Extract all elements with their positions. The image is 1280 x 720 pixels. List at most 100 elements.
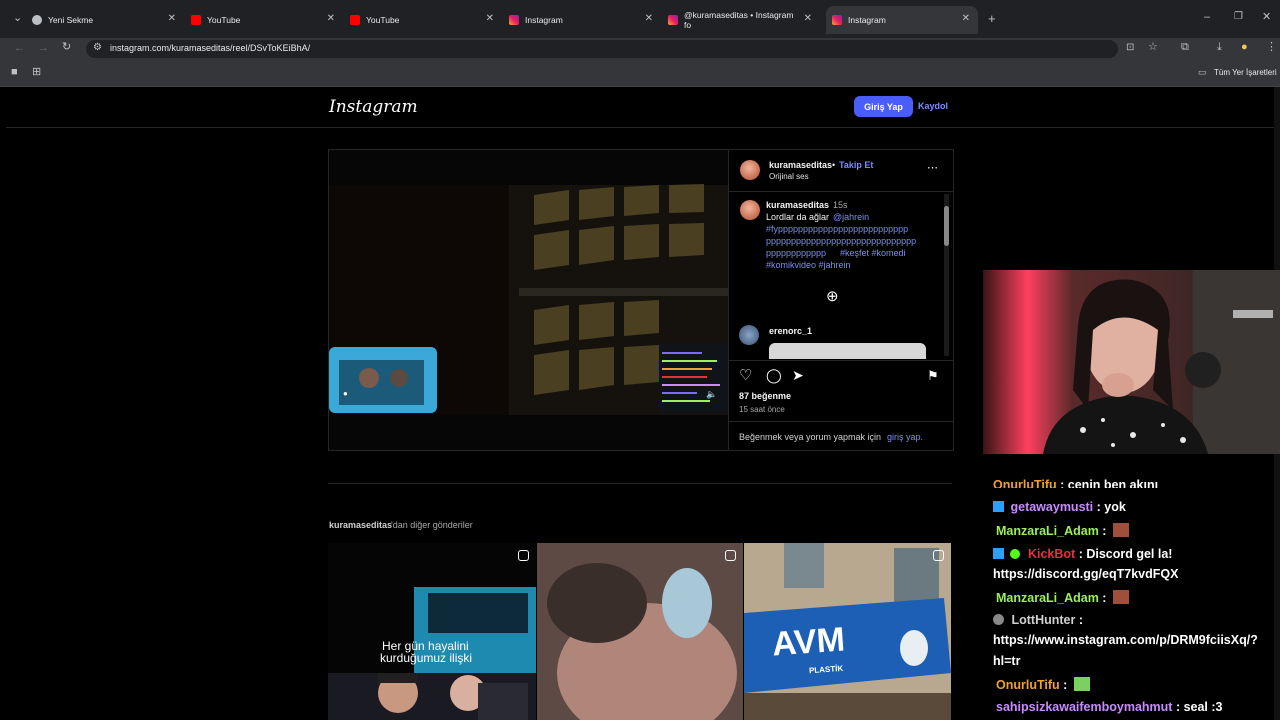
follow-dot: • [832,160,836,170]
tab-title: Instagram [848,15,886,25]
close-tab-icon[interactable]: ✕ [168,13,176,24]
caption-username[interactable]: kuramaseditas [766,200,829,210]
all-bookmarks-label[interactable]: Tüm Yer İşaretleri [1214,68,1277,77]
tab-new-tab[interactable]: Yeni Sekme ✕ [32,8,184,32]
tab-title: Yeni Sekme [48,15,94,25]
comment-image[interactable] [769,343,926,359]
thumbnail-caption-2: kurduğumuz ilişki [380,651,473,665]
install-app-icon[interactable]: ⊡ [1126,43,1134,53]
youtube-icon [350,15,360,25]
more-posts-user[interactable]: kuramaseditas [329,520,392,530]
caption-hashtags-line1[interactable]: #fypppppppppppppppppppppppppp [766,224,908,234]
chat-link: hl=tr [993,654,1021,668]
author-avatar[interactable] [740,160,760,180]
caption-time: 15s [833,200,848,210]
chat-message: getawaymusti : yok [993,500,1126,514]
kick-badge-icon [993,548,1004,559]
login-button[interactable]: Giriş Yap [854,96,913,117]
apps-grid-icon[interactable]: ⊞ [32,67,41,78]
audio-icon[interactable]: 🔈 [706,390,717,399]
reload-icon[interactable]: ↻ [62,42,71,53]
site-info-icon[interactable]: ⚙ [93,43,102,53]
reel-video[interactable]: 🔈 ● [329,150,728,450]
verified-badge-icon [1010,549,1021,559]
minimize-icon[interactable]: – [1204,12,1210,23]
webcam-image [983,270,1280,454]
emote-icon [1073,677,1090,691]
comment-icon[interactable]: ◯ [766,368,782,382]
close-tab-icon[interactable]: ✕ [486,13,494,24]
caption-hashtags-line2[interactable]: pppppppppppppppppppppppppppppp [766,236,916,246]
chat-message-continuation: https://www.instagram.com/p/DRM9fciisXq/… [993,633,1258,647]
load-more-comments-icon[interactable]: ⊕ [826,289,839,304]
tab-instagram-profile[interactable]: @kuramaseditas • Instagram fo ✕ [668,8,820,32]
tab-title: YouTube [207,15,241,25]
chat-message: sahipsizkawaifemboymahmut : seal :3 [996,700,1223,714]
download-icon[interactable]: ⤓ [1217,42,1222,53]
tab-instagram-active[interactable]: Instagram ✕ [826,6,978,34]
chat-message-continuation: hl=tr [993,654,1020,668]
menu-kebab-icon[interactable]: ⋮ [1266,42,1277,53]
chat-text: : seal :3 [1175,700,1223,714]
close-tab-icon[interactable]: ✕ [962,13,970,24]
chat-message: OnurluTifu : cenin ben akını [993,478,1158,488]
post-thumbnail-3[interactable]: AVM PLASTİK [744,543,951,720]
close-window-icon[interactable]: ✕ [1262,12,1271,23]
comments-scrollbar[interactable] [944,194,949,356]
share-icon[interactable]: ➤ [792,368,804,382]
chat-message-continuation: https://discord.gg/eqT7kvdFQX [993,567,1178,581]
author-username[interactable]: kuramaseditas [769,160,832,170]
close-tab-icon[interactable]: ✕ [804,13,812,24]
likes-count[interactable]: 87 beğenme [739,391,791,401]
commenter-avatar[interactable] [739,325,759,345]
more-options-icon[interactable]: ⋯ [927,163,938,174]
extensions-icon[interactable]: ⧉ [1181,42,1189,53]
instagram-logo[interactable]: Instagram [329,97,418,117]
close-tab-icon[interactable]: ✕ [327,13,335,24]
post-thumbnail-1[interactable]: Her gün hayalini kurduğumuz ilişki [328,543,536,720]
tab-youtube-2[interactable]: YouTube ✕ [350,8,502,32]
chat-username: getawaymusti [1010,500,1094,514]
forward-arrow-icon[interactable]: → [38,43,49,54]
reel-icon [518,550,529,561]
tab-title: YouTube [366,15,400,25]
instagram-header [6,87,1274,128]
login-prompt-link[interactable]: giriş yap. [887,432,923,442]
tab-instagram-1[interactable]: Instagram ✕ [509,8,661,32]
caption-avatar[interactable] [740,200,760,220]
tagged-user-icon[interactable]: ● [343,390,348,398]
address-bar[interactable]: ⚙ instagram.com/kuramaseditas/reel/DSvTo… [86,40,1134,58]
save-bookmark-icon[interactable]: ⚑ [927,369,939,382]
bookmark-star-icon[interactable]: ☆ [1148,42,1158,53]
sidebar-toggle-icon[interactable]: ■ [11,67,18,78]
profile-icon[interactable]: ● [1241,42,1248,53]
restore-icon[interactable]: ❐ [1234,12,1243,22]
tab-title: @kuramaseditas • Instagram fo [684,10,794,30]
chat-link: https://discord.gg/eqT7kvdFQX [993,567,1179,581]
chat-text: : cenin ben akını [1060,478,1159,488]
caption-mention[interactable]: @jahrein [833,212,869,222]
close-tab-icon[interactable]: ✕ [645,13,653,24]
audio-label[interactable]: Orijinal ses [769,172,809,181]
caption-hashtags-line3[interactable]: pppppppppppp [766,248,826,258]
commenter-username[interactable]: erenorc_1 [769,326,812,336]
follow-link[interactable]: Takip Et [839,160,873,170]
tab-search-chevron-icon[interactable]: ⌄ [13,13,22,24]
signup-link[interactable]: Kaydol [918,101,948,111]
emote-icon [1112,590,1129,604]
chat-text: : [1078,613,1084,627]
back-arrow-icon[interactable]: ← [14,43,25,54]
kick-badge-icon [993,501,1004,512]
youtube-icon [191,15,201,25]
chat-text: : yok [1096,500,1126,514]
chat-text: : [1063,678,1068,692]
caption-hashtags-line4[interactable]: #komikvideo #jahrein [766,260,851,270]
tab-youtube-1[interactable]: YouTube ✕ [191,8,343,32]
post-thumbnail-2[interactable] [537,543,743,720]
like-heart-icon[interactable]: ♡ [739,368,752,383]
post-time: 15 saat önce [739,405,785,414]
caption-hashtags-line3b[interactable]: #keşfet #komedi [840,248,906,258]
new-tab-plus-icon[interactable]: + [988,12,996,25]
instagram-icon [832,15,842,25]
thumbnail-image [328,587,536,720]
